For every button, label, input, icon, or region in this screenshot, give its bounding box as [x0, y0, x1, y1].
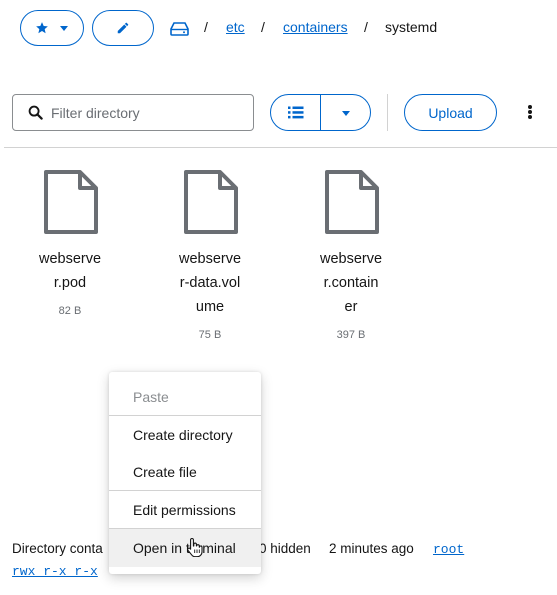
favorites-dropdown-button[interactable]: [20, 10, 84, 46]
search-icon: [28, 105, 43, 120]
breadcrumb-current: systemd: [385, 19, 438, 35]
file-size: 82 B: [58, 305, 82, 317]
breadcrumb-item-containers[interactable]: containers: [283, 19, 348, 35]
toolbar-divider: [387, 94, 388, 131]
pencil-icon: [117, 22, 129, 34]
view-toggle: [270, 94, 371, 131]
context-menu: Paste Create directory Create file Edit …: [109, 372, 261, 574]
menu-item-paste[interactable]: Paste: [109, 378, 261, 416]
list-icon: [287, 106, 303, 119]
owner-link[interactable]: root: [433, 542, 464, 557]
caret-down-icon: [341, 110, 350, 116]
upload-button[interactable]: Upload: [404, 94, 497, 131]
breadcrumb-separator: /: [204, 19, 208, 35]
menu-item-edit-permissions[interactable]: Edit permissions: [109, 491, 261, 529]
kebab-menu-icon[interactable]: [522, 102, 538, 122]
filter-directory-field[interactable]: [12, 94, 254, 131]
file-item-webserver-data-volume[interactable]: webserve r-data.vol ume 75 B: [160, 170, 260, 341]
file-item-webserver-container[interactable]: webserve r.contain er 397 B: [301, 170, 401, 341]
breadcrumb-separator: /: [261, 19, 265, 35]
file-size: 397 B: [336, 329, 366, 341]
menu-item-open-in-terminal[interactable]: Open in terminal: [109, 529, 261, 567]
star-icon: [36, 22, 48, 34]
breadcrumb-separator: /: [364, 19, 368, 35]
divider: [4, 147, 557, 148]
directory-summary: Directory conta: [12, 541, 103, 556]
edit-path-button[interactable]: [92, 10, 154, 46]
file-icon: [325, 170, 379, 234]
menu-item-create-directory[interactable]: Create directory: [109, 416, 261, 454]
file-size: 75 B: [198, 329, 222, 341]
caret-down-icon: [60, 26, 68, 31]
file-icon: [184, 170, 238, 234]
breadcrumb-item-etc[interactable]: etc: [226, 19, 245, 35]
list-view-button[interactable]: [271, 95, 320, 130]
hand-cursor-icon: [187, 537, 203, 557]
permissions-link[interactable]: rwx r-x r-x: [12, 564, 98, 579]
file-item-webserver-pod[interactable]: webserve r.pod 82 B: [20, 170, 120, 317]
file-icon: [44, 170, 98, 234]
hard-drive-icon[interactable]: [170, 22, 189, 36]
view-options-dropdown[interactable]: [320, 95, 370, 130]
filter-directory-input[interactable]: [51, 104, 241, 121]
menu-item-create-file[interactable]: Create file: [109, 453, 261, 491]
hidden-count: 0 hidden: [259, 541, 311, 556]
file-name: webserve r-data.vol ume: [178, 251, 242, 315]
modified-time: 2 minutes ago: [329, 541, 414, 556]
file-name: webserve r.contain er: [319, 251, 383, 315]
file-name: webserve r.pod: [38, 251, 102, 291]
